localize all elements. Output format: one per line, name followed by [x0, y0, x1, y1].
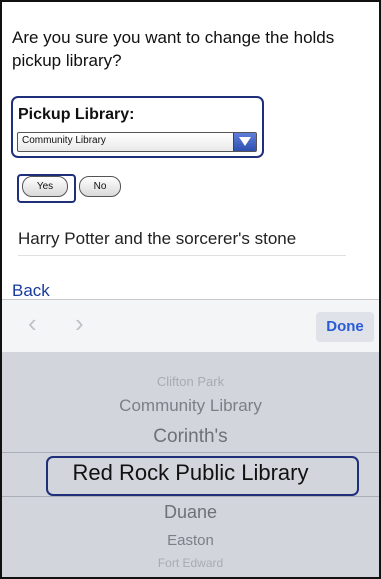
done-button[interactable]: Done — [316, 312, 374, 342]
picker-toolbar: ‹ › Done — [2, 299, 379, 353]
picker-option[interactable]: Clifton Park — [2, 374, 379, 389]
picker-option[interactable]: Easton — [2, 532, 379, 549]
back-link[interactable]: Back — [12, 281, 50, 301]
yes-button[interactable]: Yes — [22, 176, 68, 197]
screen-frame: Are you sure you want to change the hold… — [0, 0, 381, 579]
picker-option[interactable]: Duane — [2, 502, 379, 523]
previous-arrow-icon[interactable]: ‹ — [28, 310, 37, 336]
picker-option[interactable]: Community Library — [2, 396, 379, 416]
next-arrow-icon[interactable]: › — [75, 310, 84, 336]
no-button[interactable]: No — [79, 176, 121, 197]
picker-option[interactable]: Fort Edward — [2, 556, 379, 570]
selected-option-highlight — [46, 456, 359, 496]
pickup-library-label: Pickup Library: — [18, 106, 135, 123]
confirm-question: Are you sure you want to change the hold… — [12, 28, 335, 70]
picker-selection-line-bottom — [2, 496, 379, 497]
chevron-down-icon — [233, 133, 256, 151]
pickup-library-select[interactable]: Community Library — [17, 132, 257, 152]
library-picker-wheel[interactable]: Clifton Park Community Library Corinth's… — [2, 352, 379, 577]
pickup-library-select-value: Community Library — [22, 135, 106, 146]
item-title: Harry Potter and the sorcerer's stone — [18, 229, 297, 248]
divider — [18, 255, 346, 256]
picker-option[interactable]: Corinth's — [2, 426, 379, 448]
picker-selection-line-top — [2, 452, 379, 453]
pickup-library-section: Pickup Library: Community Library — [11, 96, 264, 158]
